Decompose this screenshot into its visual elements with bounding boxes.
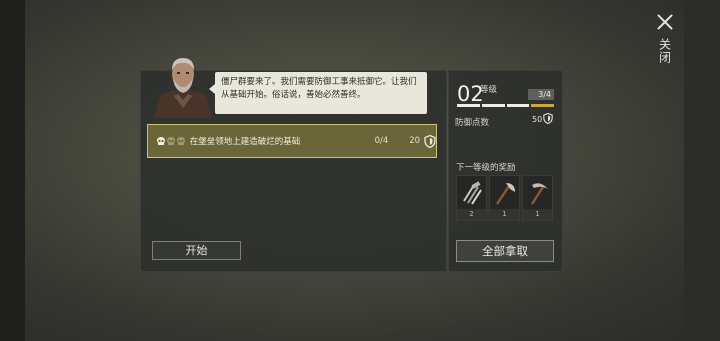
task-points: 20 bbox=[409, 136, 421, 146]
reward-slot[interactable]: 2 bbox=[456, 175, 487, 221]
defense-points-value: 50 bbox=[532, 115, 543, 124]
axe-icon bbox=[496, 183, 515, 205]
skull-icon bbox=[177, 137, 185, 145]
dialogue-bubble: 僵尸群要来了。我们需要防御工事来抵御它。让我们从基础开始。俗话说，善始必然善终。 bbox=[209, 72, 427, 114]
left-edge bbox=[0, 0, 25, 341]
shield-icon bbox=[543, 113, 553, 124]
defense-points-label: 防御点数 bbox=[455, 118, 490, 128]
reward-slot[interactable]: 1 bbox=[489, 175, 520, 221]
start-button[interactable]: 开始 bbox=[152, 241, 241, 260]
close-control[interactable]: 关闭 bbox=[651, 12, 679, 64]
pickaxe-icon bbox=[530, 183, 548, 205]
reward-slot[interactable]: 1 bbox=[522, 175, 553, 221]
level-progress-badge: 3/4 bbox=[528, 89, 554, 100]
dialogue-text: 僵尸群要来了。我们需要防御工事来抵御它。让我们从基础开始。俗话说，善始必然善终。 bbox=[221, 77, 417, 100]
difficulty-skulls bbox=[156, 136, 190, 146]
close-icon[interactable] bbox=[655, 12, 675, 32]
task-progress: 0/4 bbox=[374, 136, 389, 146]
reward-count: 1 bbox=[490, 209, 519, 220]
metal-parts-icon bbox=[463, 181, 482, 205]
claim-all-button[interactable]: 全部拿取 bbox=[456, 240, 554, 262]
level-label: 等级 bbox=[480, 85, 498, 95]
reward-count: 1 bbox=[523, 209, 552, 220]
level-progress-segment bbox=[531, 104, 554, 107]
skull-icon bbox=[157, 137, 165, 145]
reward-count: 2 bbox=[457, 209, 486, 220]
task-row[interactable]: 在堡垒领地上建造破烂的基础 0/4 20 bbox=[147, 124, 437, 158]
level-progress-segment bbox=[481, 104, 505, 107]
level-progress-bar bbox=[457, 104, 554, 107]
close-label[interactable]: 关闭 bbox=[657, 38, 674, 64]
level-progress-segment bbox=[457, 104, 480, 107]
level-progress-segment bbox=[506, 104, 530, 107]
shield-icon bbox=[424, 134, 436, 148]
npc-portrait bbox=[150, 52, 216, 118]
skull-icon bbox=[167, 137, 175, 145]
right-edge bbox=[684, 0, 720, 341]
task-description: 在堡垒领地上建造破烂的基础 bbox=[189, 137, 301, 147]
rewards-title: 下一等级的奖励 bbox=[456, 163, 516, 173]
